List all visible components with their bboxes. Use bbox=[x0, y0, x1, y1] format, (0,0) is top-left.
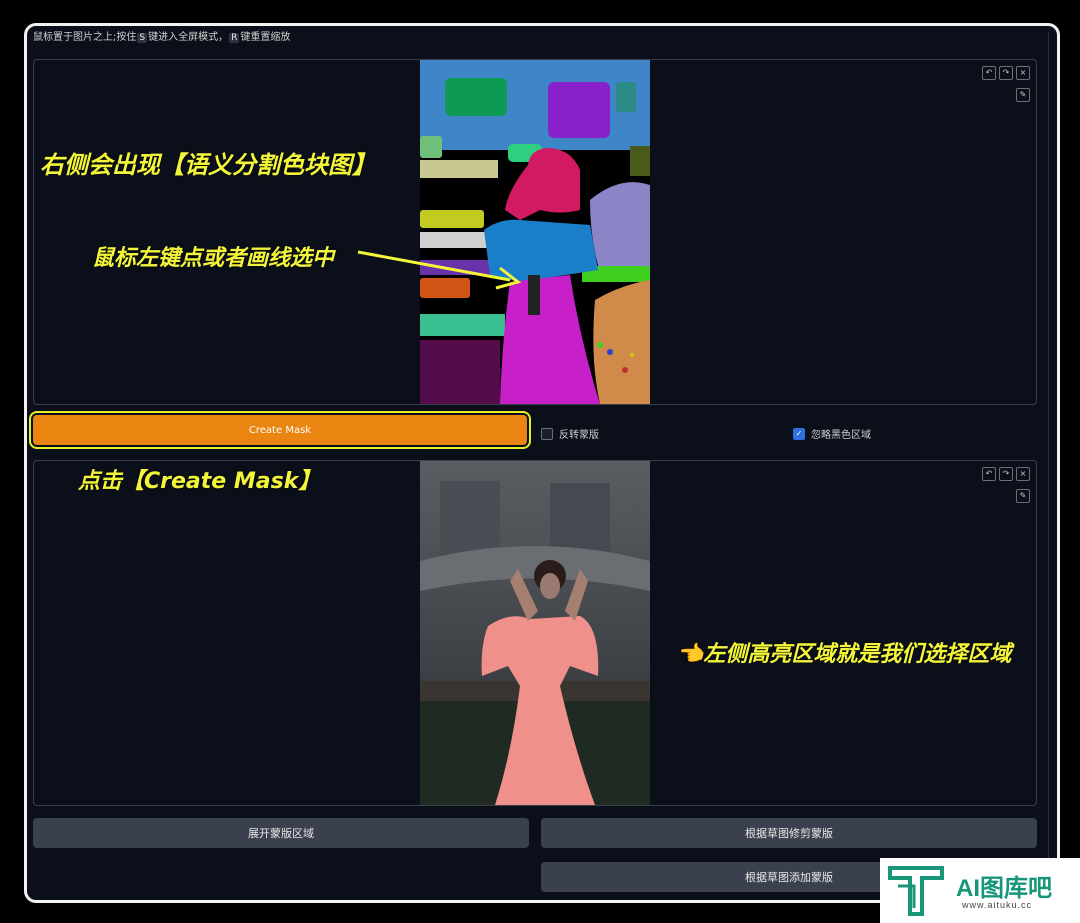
canvas-toolbar: ↶ ↷ × bbox=[982, 467, 1030, 481]
create-mask-button[interactable]: Create Mask bbox=[29, 411, 531, 449]
trim-mask-button[interactable]: 根据草图修剪蒙版 bbox=[541, 818, 1037, 848]
segmentation-map-image[interactable] bbox=[420, 60, 650, 404]
checkbox-box[interactable] bbox=[541, 427, 553, 440]
scrollbar[interactable] bbox=[1048, 32, 1057, 892]
checkbox-label: 忽略黑色区域 bbox=[811, 430, 871, 441]
expand-mask-button[interactable]: 展开蒙版区域 bbox=[33, 818, 529, 848]
segmentation-canvas[interactable]: ↶ ↷ × ✎ bbox=[33, 59, 1037, 405]
key-s: S bbox=[137, 33, 148, 43]
annotation-create-mask: 点击【Create Mask】 bbox=[78, 469, 321, 494]
checkbox-box[interactable]: ✓ bbox=[793, 427, 805, 440]
mask-preview-canvas[interactable]: ↶ ↷ × ✎ bbox=[33, 460, 1037, 806]
undo-icon[interactable]: ↶ bbox=[982, 66, 996, 80]
close-icon[interactable]: × bbox=[1016, 66, 1030, 80]
logo-url: www.aituku.cc bbox=[962, 900, 1033, 910]
hint-text: 键进入全屏模式， bbox=[148, 32, 229, 43]
brush-icon[interactable]: ✎ bbox=[1016, 489, 1030, 503]
mask-preview-image[interactable] bbox=[420, 461, 650, 805]
annotation-highlight: 👈左侧高亮区域就是我们选择区域 bbox=[676, 642, 1012, 667]
redo-icon[interactable]: ↷ bbox=[999, 66, 1013, 80]
hint-text: 键重置缩放 bbox=[240, 32, 291, 43]
watermark-logo: AI图库吧 www.aituku.cc bbox=[880, 858, 1080, 923]
ignore-black-checkbox[interactable]: ✓ 忽略黑色区域 bbox=[793, 426, 871, 441]
undo-icon[interactable]: ↶ bbox=[982, 467, 996, 481]
annotation-seg-map: 右侧会出现【语义分割色块图】 bbox=[40, 151, 376, 179]
key-r: R bbox=[229, 33, 240, 43]
arrow-icon bbox=[357, 250, 522, 290]
checkbox-label: 反转蒙版 bbox=[559, 430, 599, 441]
canvas-toolbar: ↶ ↷ × bbox=[982, 66, 1030, 80]
logo-icon bbox=[888, 866, 944, 916]
usage-hint: 鼠标置于图片之上;按住 S 键进入全屏模式， R 键重置缩放 bbox=[33, 28, 290, 43]
redo-icon[interactable]: ↷ bbox=[999, 467, 1013, 481]
annotation-click-select: 鼠标左键点或者画线选中 bbox=[92, 246, 335, 271]
logo-name: AI图库吧 bbox=[956, 875, 1052, 902]
brush-icon[interactable]: ✎ bbox=[1016, 88, 1030, 102]
hint-text: 鼠标置于图片之上;按住 bbox=[33, 32, 137, 43]
close-icon[interactable]: × bbox=[1016, 467, 1030, 481]
invert-mask-checkbox[interactable]: 反转蒙版 bbox=[541, 426, 599, 441]
